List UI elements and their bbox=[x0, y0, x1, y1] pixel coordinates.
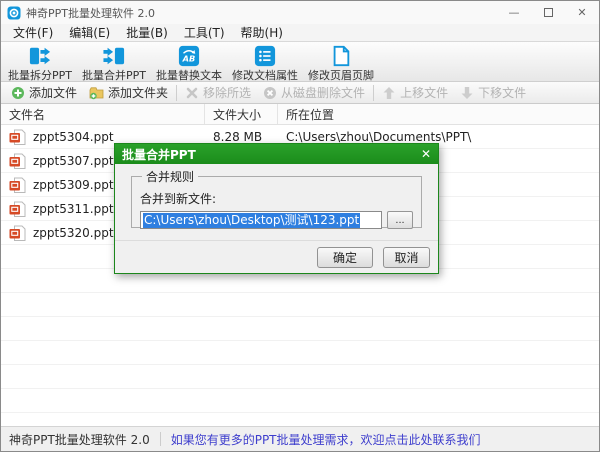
ppt-file-icon bbox=[9, 225, 26, 242]
merge-rules-groupbox: 合并规则 合并到新文件: C:\Users\zhou\Desktop\测试\12… bbox=[131, 168, 422, 228]
action-add-file[interactable]: 添加文件 bbox=[5, 82, 83, 103]
window-controls: — ✕ bbox=[497, 1, 599, 24]
menu-item-batch[interactable]: 批量(B) bbox=[118, 24, 176, 42]
action-label: 移除所选 bbox=[203, 84, 251, 101]
ppt-file-icon bbox=[9, 177, 26, 194]
add-folder-icon bbox=[89, 86, 104, 100]
toolbar-label: 修改页眉页脚 bbox=[308, 67, 374, 83]
merge-target-label: 合并到新文件: bbox=[140, 190, 413, 207]
action-label: 上移文件 bbox=[400, 84, 448, 101]
file-name: zppt5307.ppt bbox=[33, 154, 114, 168]
dialog-close-button[interactable]: ✕ bbox=[413, 147, 431, 161]
merge-target-path-input[interactable]: C:\Users\zhou\Desktop\测试\123.ppt bbox=[140, 211, 382, 229]
svg-text:AB: AB bbox=[182, 54, 196, 64]
action-label: 添加文件夹 bbox=[108, 84, 168, 101]
file-name: zppt5304.ppt bbox=[33, 130, 114, 144]
toolbar-label: 修改文档属性 bbox=[232, 67, 298, 83]
close-icon: ✕ bbox=[577, 6, 586, 19]
column-header-filesize[interactable]: 文件大小 bbox=[205, 104, 278, 124]
maximize-icon bbox=[544, 8, 553, 17]
ppt-file-icon bbox=[9, 201, 26, 218]
ppt-file-icon bbox=[9, 153, 26, 170]
dialog-close-icon: ✕ bbox=[421, 147, 431, 161]
dialog-body: 合并规则 合并到新文件: C:\Users\zhou\Desktop\测试\12… bbox=[115, 164, 438, 273]
action-label: 下移文件 bbox=[478, 84, 526, 101]
dialog-footer: 确定 取消 bbox=[115, 240, 438, 273]
doc-properties-icon bbox=[254, 45, 276, 67]
column-header-filename[interactable]: 文件名 bbox=[1, 104, 205, 124]
action-label: 添加文件 bbox=[29, 84, 77, 101]
toolbar: 批量拆分PPT 批量合并PPT AB 批量替换文本 bbox=[1, 42, 599, 82]
toolbar-label: 批量拆分PPT bbox=[8, 67, 72, 83]
action-add-folder[interactable]: 添加文件夹 bbox=[83, 82, 174, 103]
toolbar-item-split-ppt[interactable]: 批量拆分PPT bbox=[3, 44, 77, 84]
replace-text-icon: AB bbox=[178, 45, 200, 67]
ppt-file-icon bbox=[9, 129, 26, 146]
toolbar-item-merge-ppt[interactable]: 批量合并PPT bbox=[77, 44, 151, 84]
action-delete-from-disk: 从磁盘删除文件 bbox=[257, 82, 371, 103]
remove-selected-icon bbox=[185, 86, 199, 100]
ok-button[interactable]: 确定 bbox=[317, 247, 373, 268]
titlebar[interactable]: 神奇PPT批量处理软件 2.0 — ✕ bbox=[1, 1, 599, 24]
action-divider bbox=[176, 85, 177, 101]
path-row: C:\Users\zhou\Desktop\测试\123.ppt ... bbox=[140, 211, 413, 229]
maximize-button[interactable] bbox=[531, 1, 565, 24]
status-contact-link[interactable]: 如果您有更多的PPT批量处理需求，欢迎点击此处联系我们 bbox=[171, 431, 481, 448]
column-header-location[interactable]: 所在位置 bbox=[278, 104, 599, 124]
menu-item-tools[interactable]: 工具(T) bbox=[176, 24, 233, 42]
file-location: C:\Users\zhou\Documents\PPT\ bbox=[278, 130, 599, 144]
move-up-icon bbox=[382, 86, 396, 100]
file-name: zppt5311.ppt bbox=[33, 202, 114, 216]
toolbar-item-doc-properties[interactable]: 修改文档属性 bbox=[227, 44, 303, 84]
cancel-button[interactable]: 取消 bbox=[383, 247, 430, 268]
toolbar-item-replace-text[interactable]: AB 批量替换文本 bbox=[151, 44, 227, 84]
app-logo-icon bbox=[7, 6, 21, 20]
dialog-title: 批量合并PPT bbox=[122, 146, 413, 163]
split-ppt-icon bbox=[29, 45, 51, 67]
header-footer-icon bbox=[330, 45, 352, 67]
toolbar-label: 批量替换文本 bbox=[156, 67, 222, 83]
toolbar-item-header-footer[interactable]: 修改页眉页脚 bbox=[303, 44, 379, 84]
action-label: 从磁盘删除文件 bbox=[281, 84, 365, 101]
selected-path-text: C:\Users\zhou\Desktop\测试\123.ppt bbox=[143, 213, 360, 228]
file-name: zppt5309.ppt bbox=[33, 178, 114, 192]
dialog-titlebar[interactable]: 批量合并PPT ✕ bbox=[115, 144, 438, 164]
file-name: zppt5320.ppt bbox=[33, 226, 114, 240]
minimize-button[interactable]: — bbox=[497, 1, 531, 24]
groupbox-legend: 合并规则 bbox=[142, 168, 198, 185]
add-file-icon bbox=[11, 86, 25, 100]
status-app-name: 神奇PPT批量处理软件 2.0 bbox=[9, 431, 150, 448]
minimize-icon: — bbox=[509, 6, 520, 19]
batch-merge-dialog: 批量合并PPT ✕ 合并规则 合并到新文件: C:\Users\zhou\Des… bbox=[114, 143, 439, 274]
file-size: 8.28 MB bbox=[205, 130, 278, 144]
toolbar-label: 批量合并PPT bbox=[82, 67, 146, 83]
close-button[interactable]: ✕ bbox=[565, 1, 599, 24]
move-down-icon bbox=[460, 86, 474, 100]
menu-item-edit[interactable]: 编辑(E) bbox=[61, 24, 118, 42]
action-move-down: 下移文件 bbox=[454, 82, 532, 103]
delete-from-disk-icon bbox=[263, 86, 277, 100]
main-window: 神奇PPT批量处理软件 2.0 — ✕ 文件(F) 编辑(E) 批量(B) 工具… bbox=[0, 0, 600, 452]
status-bar: 神奇PPT批量处理软件 2.0 如果您有更多的PPT批量处理需求，欢迎点击此处联… bbox=[1, 426, 599, 451]
action-move-up: 上移文件 bbox=[376, 82, 454, 103]
action-divider bbox=[373, 85, 374, 101]
window-title: 神奇PPT批量处理软件 2.0 bbox=[26, 5, 497, 21]
status-divider bbox=[160, 432, 161, 446]
browse-button[interactable]: ... bbox=[387, 211, 413, 229]
menu-item-help[interactable]: 帮助(H) bbox=[233, 24, 291, 42]
actionbar: 添加文件 添加文件夹 移除所选 从磁盘删除文件 bbox=[1, 82, 599, 104]
list-header: 文件名 文件大小 所在位置 bbox=[1, 104, 599, 125]
menubar: 文件(F) 编辑(E) 批量(B) 工具(T) 帮助(H) bbox=[1, 24, 599, 42]
menu-item-file[interactable]: 文件(F) bbox=[5, 24, 61, 42]
merge-ppt-icon bbox=[103, 45, 125, 67]
action-remove-selected: 移除所选 bbox=[179, 82, 257, 103]
